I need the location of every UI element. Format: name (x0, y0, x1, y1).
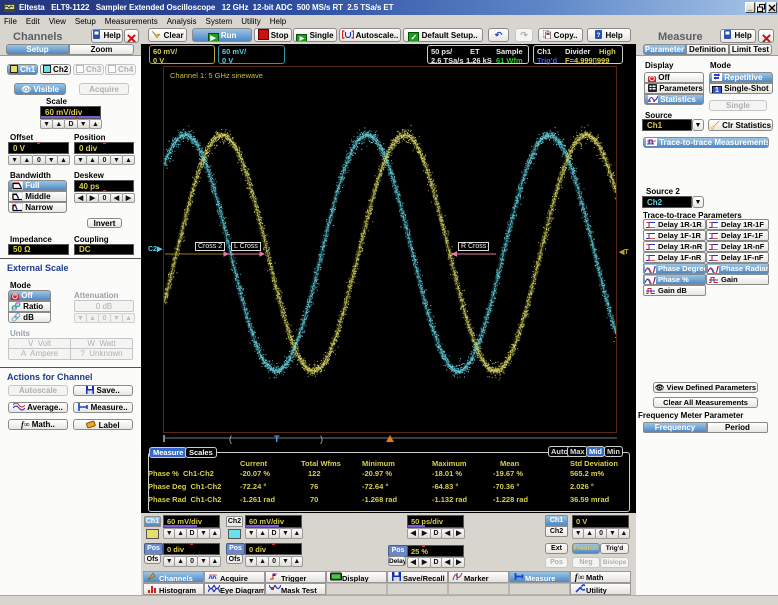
svg-text:(: ( (229, 434, 232, 444)
svg-text:T: T (274, 434, 280, 444)
svg-text:?: ? (597, 33, 601, 39)
svg-text:): ) (320, 434, 323, 444)
